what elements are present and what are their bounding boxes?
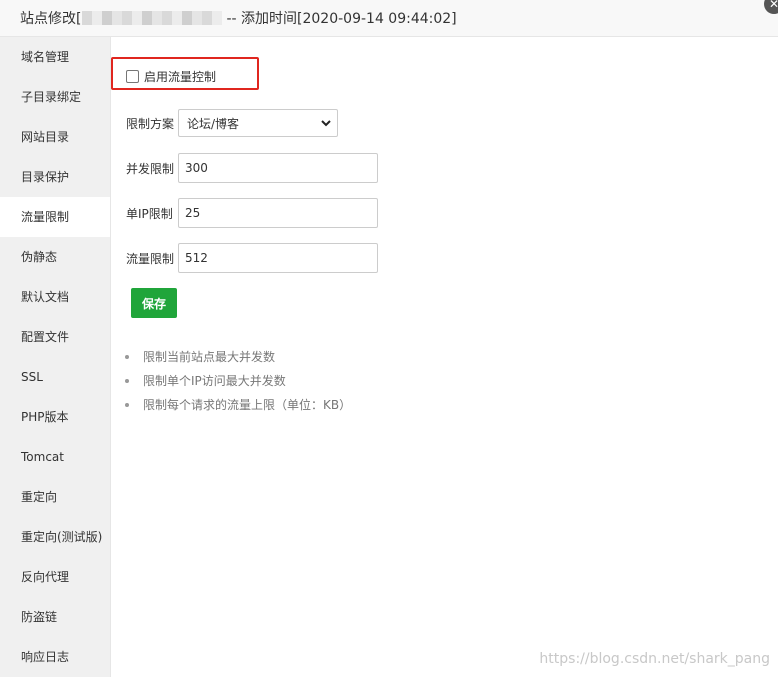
tips-list: 限制当前站点最大并发数 限制单个IP访问最大并发数 限制每个请求的流量上限（单位… xyxy=(125,345,351,417)
enable-traffic-control[interactable]: 启用流量控制 xyxy=(126,68,216,85)
watermark: https://blog.csdn.net/shark_pang xyxy=(539,651,770,667)
sidebar-item-php-version[interactable]: PHP版本 xyxy=(0,397,110,437)
scheme-select[interactable]: 论坛/博客 xyxy=(178,109,338,137)
sidebar-item-hotlink-protection[interactable]: 防盗链 xyxy=(0,597,110,637)
concurrency-row: 并发限制 300 xyxy=(126,153,378,183)
enable-traffic-checkbox[interactable] xyxy=(126,70,139,83)
tip-item: 限制当前站点最大并发数 xyxy=(125,345,351,369)
sidebar-item-domain-management[interactable]: 域名管理 xyxy=(0,37,110,77)
sidebar-item-redirect-beta[interactable]: 重定向(测试版) xyxy=(0,517,110,557)
sidebar-item-reverse-proxy[interactable]: 反向代理 xyxy=(0,557,110,597)
tip-text: 限制当前站点最大并发数 xyxy=(143,350,276,364)
tip-item: 限制每个请求的流量上限（单位：KB） xyxy=(125,393,351,417)
concurrency-label: 并发限制 xyxy=(126,161,175,176)
traffic-limit-panel: 启用流量控制 限制方案 论坛/博客 并发限制 300 单IP限制 25 流量限制… xyxy=(111,37,778,677)
per-ip-input[interactable]: 25 xyxy=(178,198,378,228)
sidebar-item-tomcat[interactable]: Tomcat xyxy=(0,437,110,477)
sidebar-item-ssl[interactable]: SSL xyxy=(0,357,110,397)
dialog-title-prefix: 站点修改[ xyxy=(20,11,82,27)
scheme-label: 限制方案 xyxy=(126,116,175,131)
tip-text: 限制单个IP访问最大并发数 xyxy=(143,374,286,388)
sidebar: 域名管理 子目录绑定 网站目录 目录保护 流量限制 伪静态 默认文档 配置文件 … xyxy=(0,37,111,677)
sidebar-item-response-log[interactable]: 响应日志 xyxy=(0,637,110,677)
sidebar-item-site-directory[interactable]: 网站目录 xyxy=(0,117,110,157)
save-button[interactable]: 保存 xyxy=(131,288,177,318)
enable-traffic-label: 启用流量控制 xyxy=(144,70,217,84)
dialog-title-suffix: -- 添加时间[2020-09-14 09:44:02] xyxy=(226,11,457,27)
per-ip-row: 单IP限制 25 xyxy=(126,198,378,228)
dialog-title-bar: 站点修改[ -- 添加时间[2020-09-14 09:44:02] ✕ xyxy=(0,0,778,37)
bullet-icon xyxy=(125,379,129,383)
chevron-down-icon xyxy=(321,120,331,127)
sidebar-item-directory-protection[interactable]: 目录保护 xyxy=(0,157,110,197)
concurrency-input[interactable]: 300 xyxy=(178,153,378,183)
sidebar-item-rewrite[interactable]: 伪静态 xyxy=(0,237,110,277)
scheme-select-value: 论坛/博客 xyxy=(187,116,240,131)
scheme-row: 限制方案 论坛/博客 xyxy=(126,109,338,137)
per-ip-label: 单IP限制 xyxy=(126,206,173,221)
rate-row: 流量限制 512 xyxy=(126,243,378,273)
bullet-icon xyxy=(125,355,129,359)
close-icon[interactable]: ✕ xyxy=(764,0,778,14)
tip-text: 限制每个请求的流量上限（单位：KB） xyxy=(143,398,352,412)
sidebar-item-redirect[interactable]: 重定向 xyxy=(0,477,110,517)
bullet-icon xyxy=(125,403,129,407)
redacted-domain xyxy=(82,11,223,25)
tip-item: 限制单个IP访问最大并发数 xyxy=(125,369,351,393)
sidebar-item-default-document[interactable]: 默认文档 xyxy=(0,277,110,317)
sidebar-item-config-file[interactable]: 配置文件 xyxy=(0,317,110,357)
sidebar-item-traffic-limit[interactable]: 流量限制 xyxy=(0,197,110,237)
sidebar-item-subdirectory-binding[interactable]: 子目录绑定 xyxy=(0,77,110,117)
rate-label: 流量限制 xyxy=(126,251,175,266)
rate-input[interactable]: 512 xyxy=(178,243,378,273)
